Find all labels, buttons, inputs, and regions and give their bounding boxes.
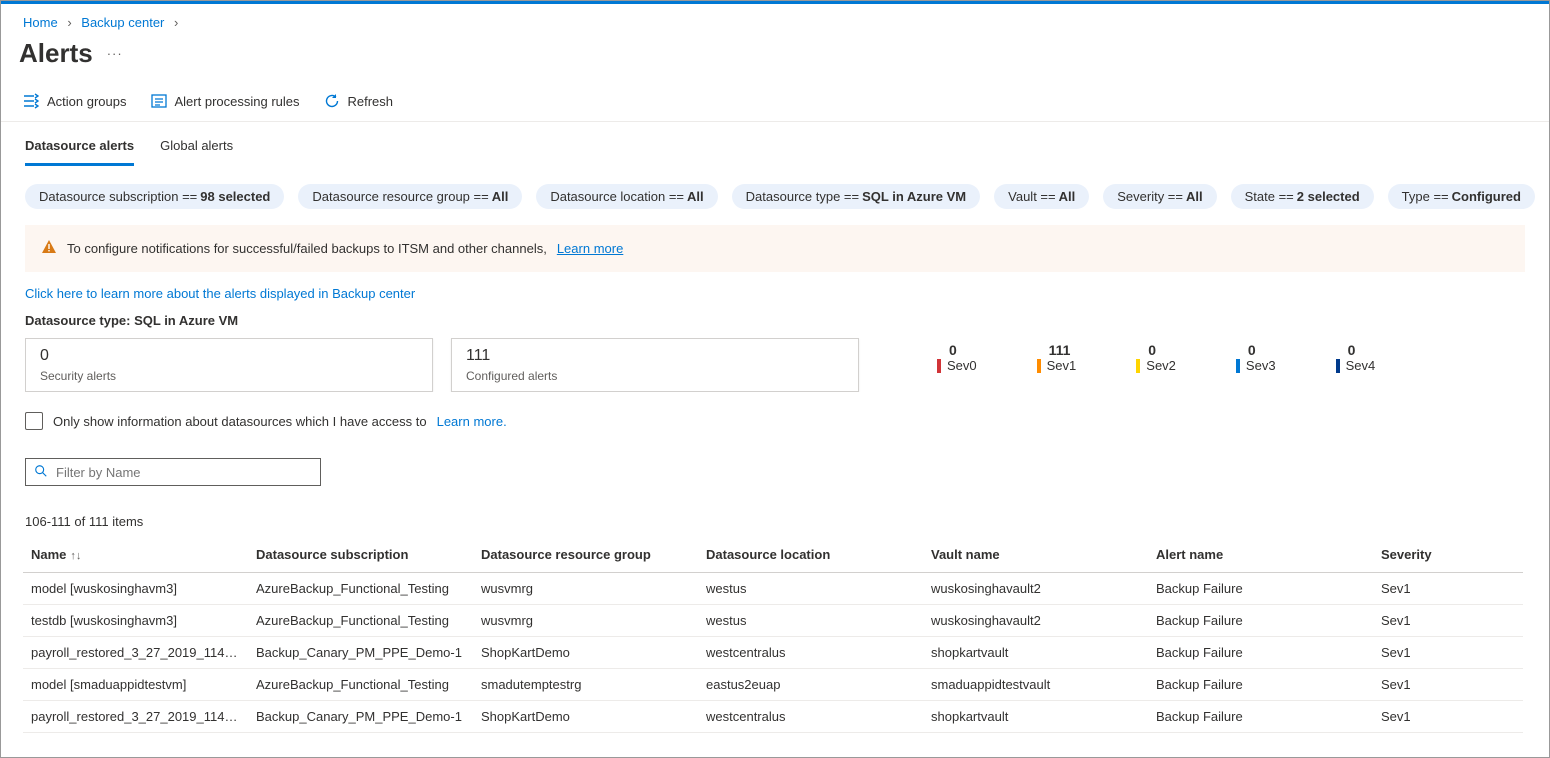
- col-alert-name[interactable]: Alert name: [1148, 537, 1373, 573]
- tab-global-alerts[interactable]: Global alerts: [160, 132, 233, 166]
- refresh-icon: [324, 93, 340, 109]
- table-row[interactable]: model [smaduappidtestvm]AzureBackup_Func…: [23, 669, 1523, 701]
- severity-tile[interactable]: 0Sev0: [937, 342, 977, 392]
- filter-pill[interactable]: Vault == All: [994, 184, 1089, 209]
- security-alerts-count: 0: [40, 347, 418, 365]
- access-filter-checkbox[interactable]: [25, 412, 43, 430]
- search-icon: [34, 464, 48, 481]
- results-count: 106-111 of 111 items: [25, 514, 1525, 529]
- severity-bar-icon: [1236, 359, 1240, 373]
- table-row[interactable]: testdb [wuskosinghavm3]AzureBackup_Funct…: [23, 605, 1523, 637]
- col-name[interactable]: Name↑↓: [23, 537, 248, 573]
- action-groups-icon: [23, 93, 39, 109]
- severity-bar-icon: [1037, 359, 1041, 373]
- security-alerts-label: Security alerts: [40, 369, 418, 383]
- severity-tile[interactable]: 0Sev3: [1236, 342, 1276, 392]
- severity-tile[interactable]: 0Sev4: [1336, 342, 1376, 392]
- col-location[interactable]: Datasource location: [698, 537, 923, 573]
- warning-icon: [41, 239, 57, 258]
- filter-pill[interactable]: Datasource location == All: [536, 184, 717, 209]
- severity-bar-icon: [1336, 359, 1340, 373]
- alert-processing-rules-button[interactable]: Alert processing rules: [151, 93, 300, 109]
- alert-processing-rules-label: Alert processing rules: [175, 94, 300, 109]
- col-resource-group[interactable]: Datasource resource group: [473, 537, 698, 573]
- breadcrumb-backup-center[interactable]: Backup center: [81, 15, 164, 30]
- learn-more-alerts-link[interactable]: Click here to learn more about the alert…: [25, 286, 1525, 301]
- col-severity[interactable]: Severity: [1373, 537, 1523, 573]
- alerts-table: Name↑↓ Datasource subscription Datasourc…: [23, 537, 1523, 733]
- action-groups-button[interactable]: Action groups: [23, 93, 127, 109]
- info-banner: To configure notifications for successfu…: [25, 225, 1525, 272]
- severity-tile[interactable]: 111Sev1: [1037, 342, 1077, 392]
- table-row[interactable]: payroll_restored_3_27_2019_1143 [s...Bac…: [23, 701, 1523, 733]
- table-row[interactable]: payroll_restored_3_27_2019_1143 [s...Bac…: [23, 637, 1523, 669]
- filter-pills: Datasource subscription == 98 selected Da…: [1, 166, 1549, 225]
- configured-alerts-card[interactable]: 111 Configured alerts: [451, 338, 859, 392]
- configured-alerts-count: 111: [466, 347, 844, 365]
- severity-bar-icon: [937, 359, 941, 373]
- breadcrumb: Home › Backup center ›: [1, 1, 1549, 36]
- refresh-button[interactable]: Refresh: [324, 93, 394, 109]
- banner-learn-more-link[interactable]: Learn more: [557, 241, 623, 256]
- page-title: Alerts: [19, 38, 93, 69]
- filter-pill[interactable]: Severity == All: [1103, 184, 1216, 209]
- filter-pill[interactable]: Datasource type == SQL in Azure VM: [732, 184, 980, 209]
- filter-by-name-field[interactable]: [25, 458, 321, 486]
- filter-pill[interactable]: Type == Configured: [1388, 184, 1535, 209]
- filter-pill[interactable]: Datasource subscription == 98 selected: [25, 184, 284, 209]
- table-header-row: Name↑↓ Datasource subscription Datasourc…: [23, 537, 1523, 573]
- chevron-right-icon: ›: [174, 15, 178, 30]
- top-accent-bar: [1, 1, 1549, 4]
- datasource-type-label: Datasource type: SQL in Azure VM: [25, 313, 1525, 328]
- breadcrumb-home[interactable]: Home: [23, 15, 58, 30]
- action-groups-label: Action groups: [47, 94, 127, 109]
- configured-alerts-label: Configured alerts: [466, 369, 844, 383]
- filter-pill[interactable]: Datasource resource group == All: [298, 184, 522, 209]
- col-subscription[interactable]: Datasource subscription: [248, 537, 473, 573]
- col-vault[interactable]: Vault name: [923, 537, 1148, 573]
- severity-tiles: 0Sev0 111Sev1 0Sev2 0Sev3 0Sev4: [937, 342, 1375, 392]
- command-bar: Action groups Alert processing rules Ref…: [1, 79, 1549, 122]
- filter-by-name-input[interactable]: [54, 464, 312, 481]
- chevron-right-icon: ›: [67, 15, 71, 30]
- rules-icon: [151, 93, 167, 109]
- refresh-label: Refresh: [348, 94, 394, 109]
- severity-tile[interactable]: 0Sev2: [1136, 342, 1176, 392]
- banner-text: To configure notifications for successfu…: [67, 241, 547, 256]
- access-filter-label: Only show information about datasources …: [53, 414, 427, 429]
- more-actions-icon[interactable]: ···: [107, 46, 123, 61]
- tabs: Datasource alerts Global alerts: [1, 122, 1549, 166]
- severity-bar-icon: [1136, 359, 1140, 373]
- tab-datasource-alerts[interactable]: Datasource alerts: [25, 132, 134, 166]
- security-alerts-card[interactable]: 0 Security alerts: [25, 338, 433, 392]
- filter-pill[interactable]: State == 2 selected: [1231, 184, 1374, 209]
- sort-icon[interactable]: ↑↓: [70, 550, 81, 562]
- table-row[interactable]: model [wuskosinghavm3]AzureBackup_Functi…: [23, 573, 1523, 605]
- access-filter-learn-more-link[interactable]: Learn more.: [437, 414, 507, 429]
